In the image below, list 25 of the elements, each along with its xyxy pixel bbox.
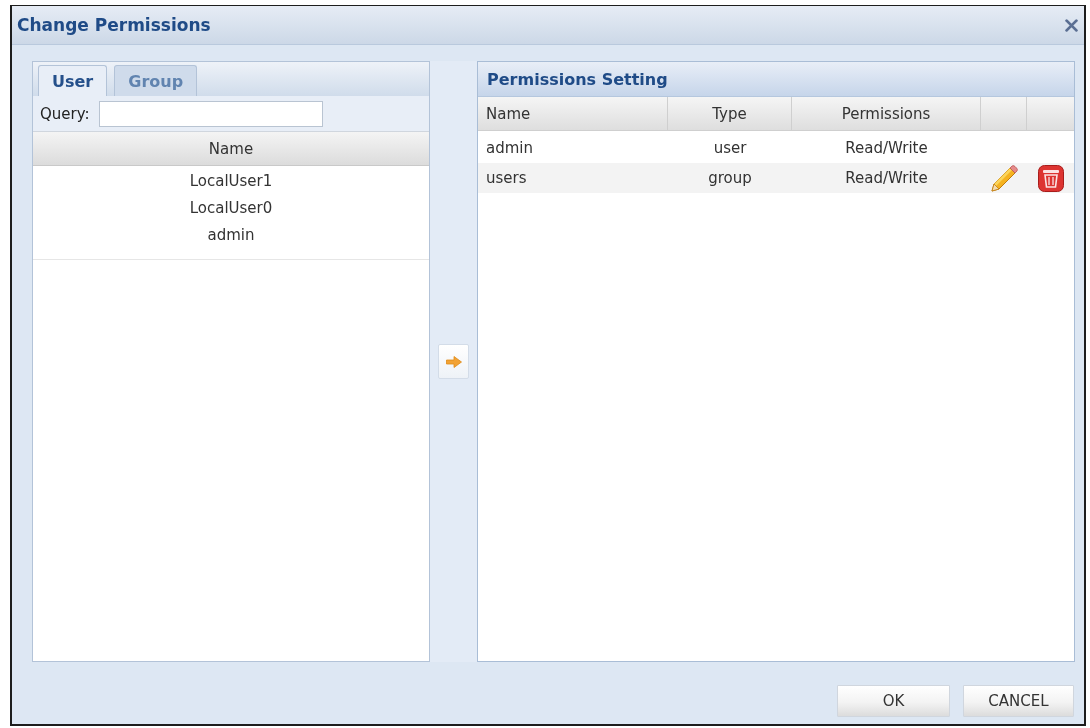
query-label: Query: [40, 104, 90, 123]
table-cell: Read/Write [792, 163, 981, 193]
table-cell: users [478, 163, 668, 193]
column-header: Type [668, 97, 792, 130]
tab[interactable]: User [38, 65, 108, 96]
panel-title: Permissions Setting [478, 62, 1074, 97]
list-item[interactable]: LocalUser1 [33, 168, 429, 195]
column-header: Name [33, 131, 429, 166]
trash-icon[interactable] [1037, 164, 1064, 192]
close-icon[interactable] [1065, 18, 1078, 32]
table-cell-text: user [712, 138, 748, 159]
cancel-button[interactable]: CANCEL [963, 685, 1074, 717]
pencil-icon[interactable] [990, 164, 1018, 192]
arrow-button[interactable] [438, 344, 469, 379]
table-cell-text: Read/Write [844, 138, 929, 159]
table-cell: group [668, 163, 792, 193]
column-header: Name [478, 97, 668, 130]
list-item[interactable]: LocalUser0 [33, 195, 429, 222]
column-header: Permissions [792, 97, 981, 130]
list-item[interactable]: admin [33, 222, 429, 249]
ok-button[interactable]: OK [837, 685, 950, 717]
query-field[interactable] [98, 100, 323, 127]
window-title: Change Permissions [17, 15, 211, 35]
table-cell-text: admin [485, 138, 534, 159]
arrow-icon [445, 355, 462, 368]
